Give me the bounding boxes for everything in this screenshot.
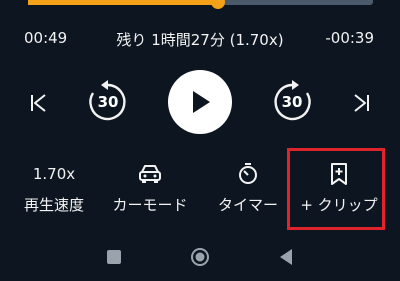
next-chapter-icon: [354, 94, 369, 112]
forward-30-button[interactable]: 30: [270, 80, 314, 124]
sleep-timer-option[interactable]: タイマー: [204, 156, 292, 228]
recents-button[interactable]: [107, 250, 121, 264]
progress-fill: [28, 0, 218, 5]
speed-label: 再生速度: [23, 196, 84, 214]
next-chapter-button[interactable]: [348, 90, 374, 116]
remaining-time: -00:39: [325, 29, 374, 47]
rewind-seconds: 30: [97, 93, 119, 111]
car-mode-option[interactable]: カーモード: [106, 156, 194, 228]
home-button[interactable]: [190, 247, 210, 267]
playback-speed-option[interactable]: 1.70x 再生速度: [10, 156, 98, 228]
play-icon: [193, 91, 210, 113]
timer-icon: [239, 163, 257, 184]
back-button[interactable]: [277, 247, 295, 267]
progress-knob[interactable]: [210, 0, 225, 9]
progress-bar[interactable]: [28, 0, 373, 9]
timer-label: タイマー: [217, 196, 278, 214]
clip-highlight-box: [287, 148, 385, 230]
forward-seconds: 30: [281, 93, 303, 111]
play-button[interactable]: [168, 70, 232, 134]
car-mode-label: カーモード: [112, 196, 188, 214]
previous-chapter-icon: [31, 94, 46, 112]
circle-icon: [191, 248, 209, 266]
rewind-30-button[interactable]: 30: [86, 80, 130, 124]
car-icon: [139, 165, 161, 183]
previous-chapter-button[interactable]: [26, 90, 52, 116]
triangle-back-icon: [280, 249, 292, 265]
speed-value: 1.70x: [32, 165, 76, 183]
